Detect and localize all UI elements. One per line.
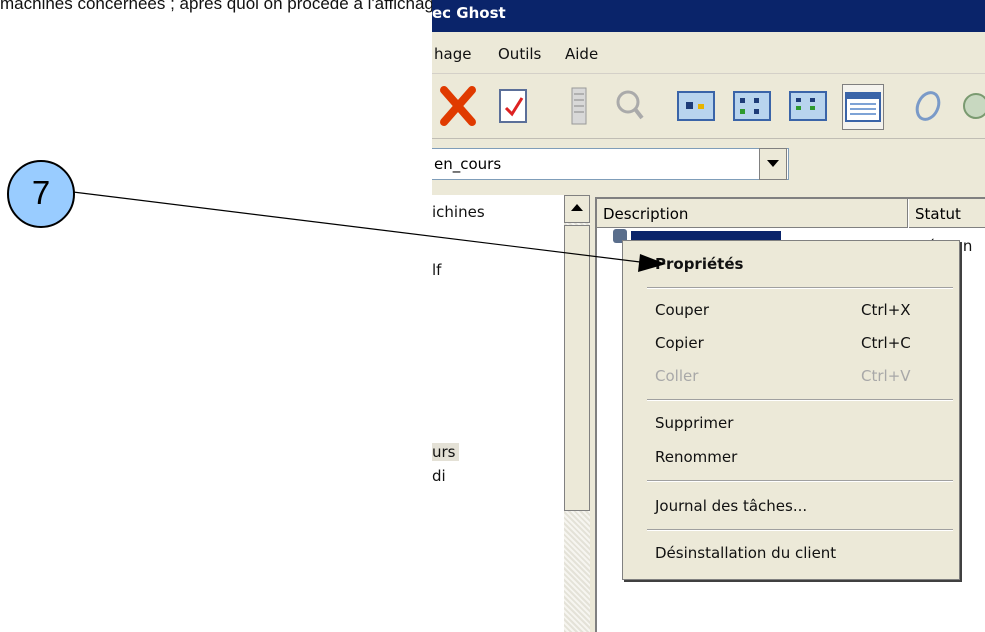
annotation-arrow [72,191,666,272]
arrowhead-icon [638,254,666,272]
callout-line [72,191,641,263]
